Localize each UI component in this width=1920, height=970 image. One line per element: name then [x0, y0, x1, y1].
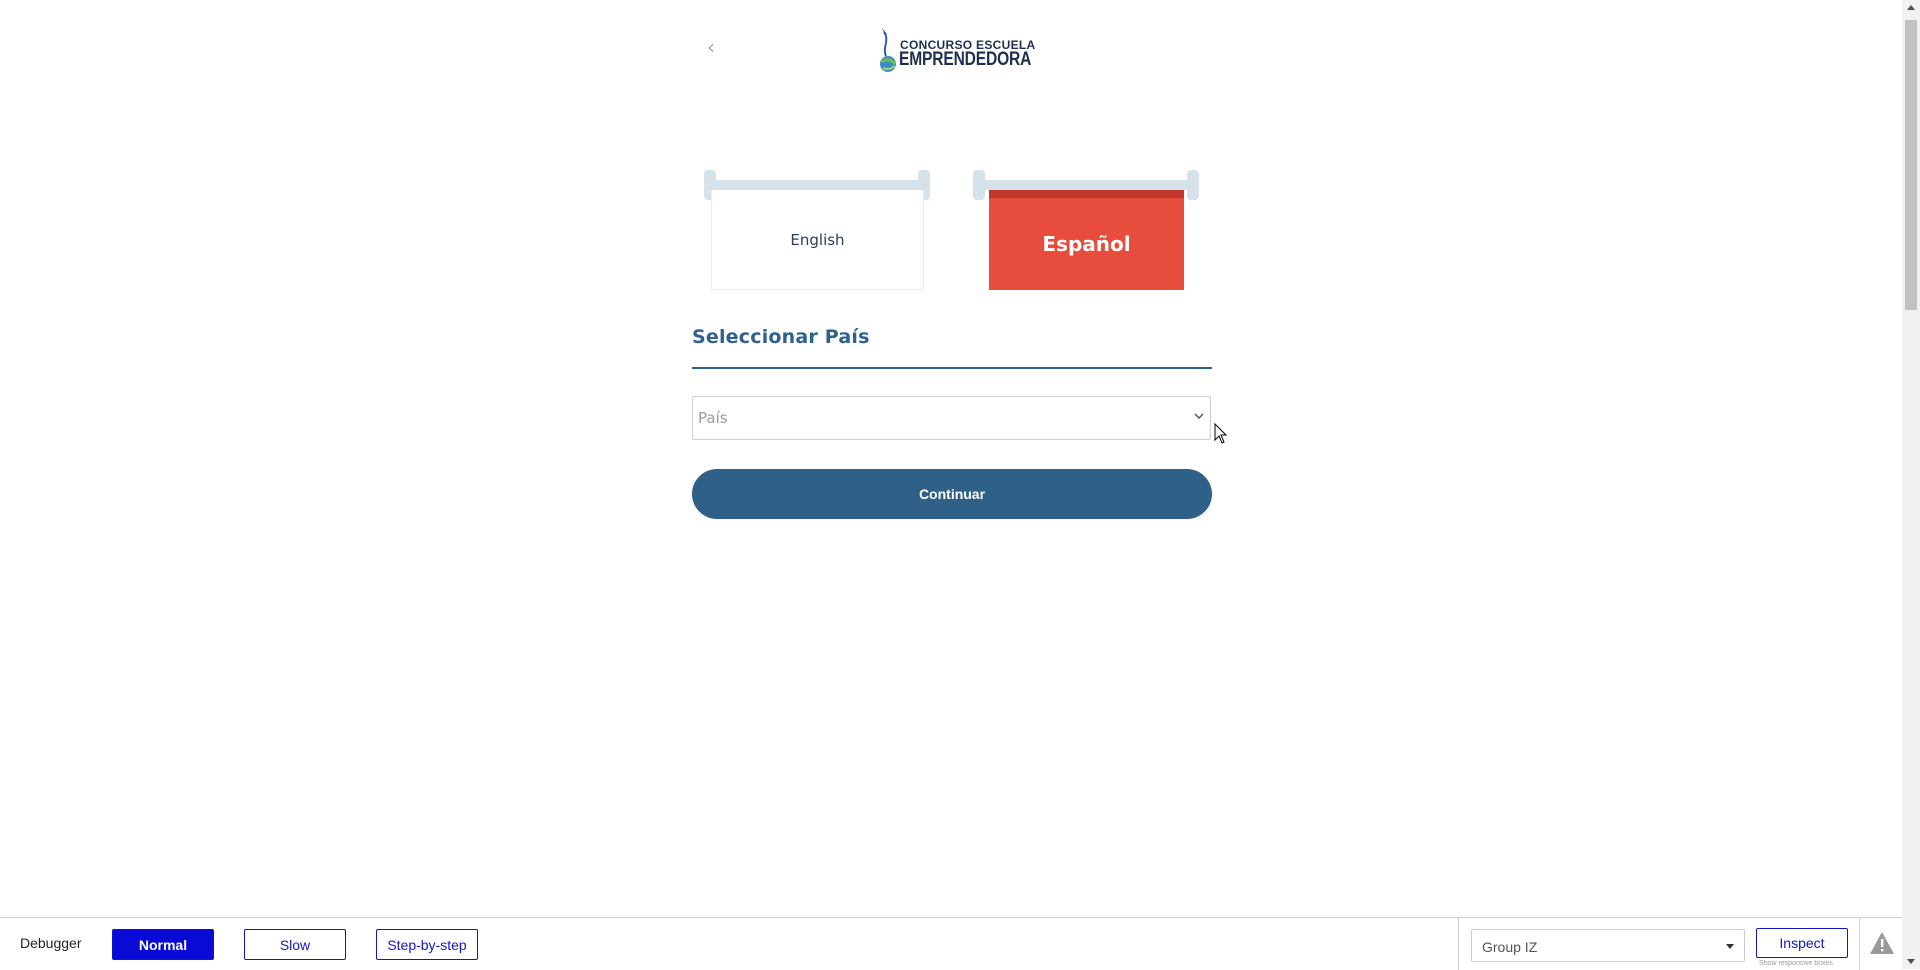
language-label: Español [989, 190, 1184, 290]
inspect-hint: Show responsive boxes [1759, 960, 1833, 967]
scrollbar-thumb[interactable] [1905, 20, 1917, 310]
app-main: ‹ CONCURSO ESCUELA EMPRENDEDORA English … [0, 0, 1902, 917]
logo-text-bottom: EMPRENDEDORA [899, 49, 1032, 70]
inspect-button[interactable]: Inspect [1756, 928, 1848, 958]
country-select[interactable]: País [692, 396, 1211, 440]
country-select-placeholder: País [698, 409, 728, 427]
group-select-value: Group IZ [1482, 939, 1538, 955]
mode-step-by-step-button[interactable]: Step-by-step [376, 929, 478, 960]
language-option-english[interactable]: English [704, 170, 930, 290]
debugger-bar: Debugger Normal Slow Step-by-step Group … [0, 917, 1902, 970]
warning-area[interactable] [1859, 918, 1903, 970]
chevron-down-icon [1194, 413, 1204, 420]
continue-button[interactable]: Continuar [692, 469, 1212, 519]
back-button[interactable]: ‹ [700, 34, 722, 60]
banner-rod [708, 180, 926, 190]
banner-rod-cap [973, 170, 985, 200]
mouse-cursor-icon [1214, 423, 1228, 444]
debugger-right-panel: Group IZ Inspect Show responsive boxes [1458, 918, 1902, 970]
group-select[interactable]: Group IZ [1471, 929, 1745, 962]
language-option-espanol[interactable]: Español [973, 170, 1199, 290]
section-title: Seleccionar País [692, 326, 870, 348]
caret-down-icon [1726, 944, 1734, 949]
language-label: English [711, 190, 924, 290]
mode-slow-button[interactable]: Slow [244, 929, 346, 960]
mode-normal-button[interactable]: Normal [112, 929, 214, 960]
scroll-down-arrow-icon[interactable] [1907, 959, 1915, 964]
logo-mark-icon [880, 28, 897, 72]
chevron-left-icon: ‹ [707, 35, 715, 59]
logo: CONCURSO ESCUELA EMPRENDEDORA [878, 26, 1035, 74]
banner-rod [977, 180, 1195, 190]
section-divider [692, 367, 1212, 369]
page-scrollbar[interactable] [1902, 0, 1920, 969]
debugger-label: Debugger [20, 935, 82, 951]
banner-rod-cap [1187, 170, 1199, 200]
warning-icon [1870, 932, 1894, 954]
scroll-up-arrow-icon[interactable] [1907, 5, 1915, 10]
